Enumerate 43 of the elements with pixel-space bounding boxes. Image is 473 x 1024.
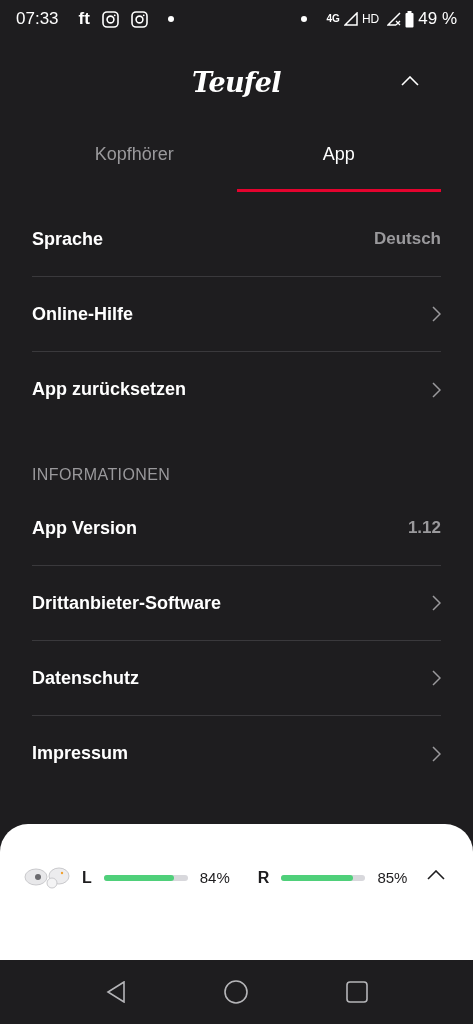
list-row[interactable]: Online-Hilfe [32,277,441,352]
row-label: App zurücksetzen [32,378,187,401]
tab[interactable]: Kopfhörer [32,128,237,192]
signal-off-icon [387,12,402,26]
signal-icon [343,12,358,26]
hd-label: HD [361,11,380,28]
row-label: App Version [32,516,138,540]
side-label: R [257,868,270,888]
row-value: Deutsch [373,228,441,251]
row-label: Datenschutz [32,666,139,690]
row-label: Drittanbieter-Software [32,591,222,615]
battery-reading: 84% [199,867,230,888]
earbuds-icon [24,866,70,890]
battery-percent: 49 % [418,8,457,31]
list-row[interactable]: Datenschutz [32,641,441,716]
list-row[interactable]: App zurücksetzen [32,352,441,427]
row-label: Sprache [32,227,104,251]
network-label: 4G [326,14,340,24]
collapse-icon[interactable] [401,76,419,86]
chevron-right-icon [432,745,441,762]
recents-icon[interactable] [345,981,368,1003]
back-icon[interactable] [105,981,126,1003]
expand-icon[interactable] [427,870,446,880]
chevron-right-icon [432,306,441,322]
row-label: Impressum [32,742,129,765]
chevron-right-icon [432,595,441,611]
list-row[interactable]: Impressum [32,716,441,791]
logo: Teufel [192,65,281,100]
row-label: Online-Hilfe [32,302,133,326]
side-label: L [82,868,92,888]
battery-icon [405,10,415,28]
status-time: 07:33 [16,8,59,31]
battery-reading: 85% [377,867,408,888]
section-header: INFORMATIONEN [32,465,172,485]
list-row[interactable]: Drittanbieter-Software [32,566,441,641]
chevron-right-icon [432,381,441,398]
camera-icon [130,10,148,28]
camera-icon [101,10,119,28]
home-icon[interactable] [223,980,248,1004]
row-value: 1.12 [407,517,441,540]
tab[interactable]: App [236,128,441,192]
status-app-label: ft [78,8,90,31]
chevron-right-icon [432,670,441,686]
